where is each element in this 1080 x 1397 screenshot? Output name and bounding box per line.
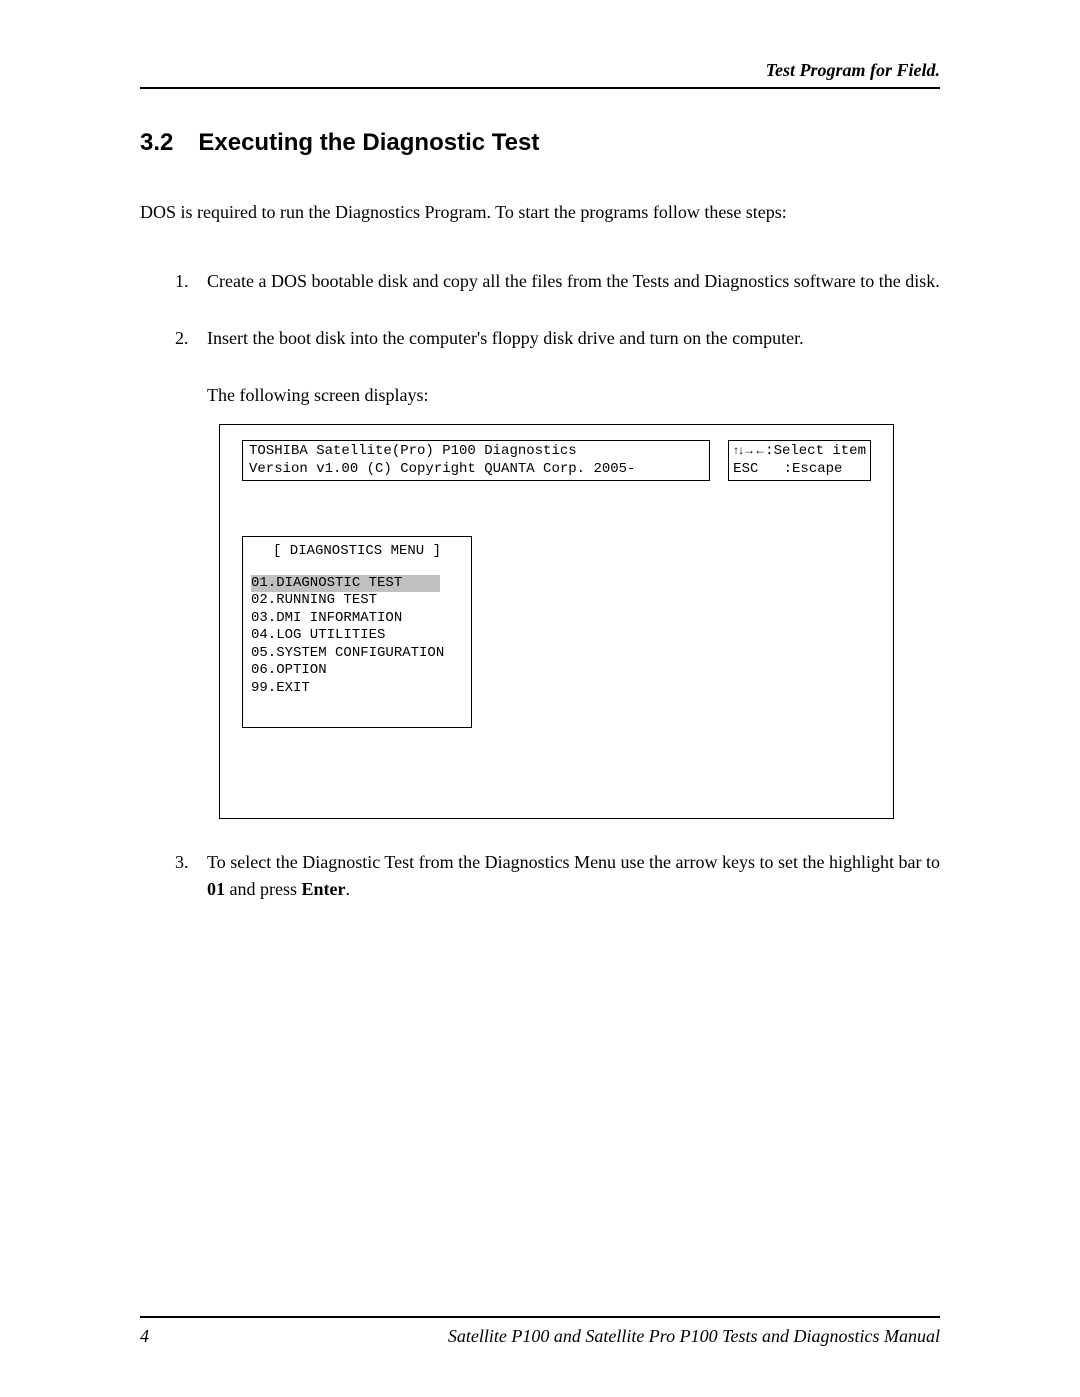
menu-item-exit[interactable]: 99.EXIT [251, 680, 463, 698]
enter-key: Enter [301, 879, 345, 899]
step-1-number: 1. [175, 268, 189, 295]
key-hint-box: ↑↓→←:Select item ESC :Escape [728, 440, 871, 481]
step-2-number: 2. [175, 325, 189, 352]
highlight-01: 01 [207, 879, 225, 899]
step-list: 1. Create a DOS bootable disk and copy a… [175, 268, 940, 903]
section-number: 3.2 [140, 129, 173, 157]
step-2-following: The following screen displays: [207, 382, 940, 409]
section-heading: 3.2 Executing the Diagnostic Test [140, 129, 940, 157]
version-line-2: Version v1.00 (C) Copyright QUANTA Corp.… [249, 461, 703, 479]
arrow-keys-icon: ↑↓→← [733, 443, 765, 457]
menu-item-dmi-information[interactable]: 03.DMI INFORMATION [251, 610, 463, 628]
step-1: 1. Create a DOS bootable disk and copy a… [175, 268, 940, 295]
hint-esc-key: ESC [733, 461, 758, 477]
version-info-box: TOSHIBA Satellite(Pro) P100 Diagnostics … [242, 440, 710, 481]
page-number: 4 [140, 1326, 149, 1347]
menu-item-log-utilities[interactable]: 04.LOG UTILITIES [251, 627, 463, 645]
diagnostics-screen: TOSHIBA Satellite(Pro) P100 Diagnostics … [219, 424, 894, 819]
hint-esc-text: :Escape [784, 461, 843, 477]
step-1-text: Create a DOS bootable disk and copy all … [207, 271, 940, 291]
diagnostics-menu-title: [ DIAGNOSTICS MENU ] [251, 543, 463, 561]
page-footer: 4 Satellite P100 and Satellite Pro P100 … [140, 1316, 940, 1347]
diagnostics-menu-box: [ DIAGNOSTICS MENU ] 01.DIAGNOSTIC TEST … [242, 536, 472, 728]
footer-title: Satellite P100 and Satellite Pro P100 Te… [448, 1326, 940, 1347]
running-header: Test Program for Field. [140, 60, 940, 89]
menu-item-option[interactable]: 06.OPTION [251, 662, 463, 680]
step-3: 3. To select the Diagnostic Test from th… [175, 849, 940, 903]
version-line-1: TOSHIBA Satellite(Pro) P100 Diagnostics [249, 443, 703, 461]
menu-item-diagnostic-test[interactable]: 01.DIAGNOSTIC TEST [251, 575, 440, 593]
step-3-number: 3. [175, 849, 189, 876]
hint-select-text: :Select item [765, 443, 866, 459]
menu-item-system-configuration[interactable]: 05.SYSTEM CONFIGURATION [251, 645, 463, 663]
intro-paragraph: DOS is required to run the Diagnostics P… [140, 202, 940, 223]
step-2-text: Insert the boot disk into the computer's… [207, 328, 804, 348]
step-3-text: To select the Diagnostic Test from the D… [207, 852, 940, 899]
menu-item-running-test[interactable]: 02.RUNNING TEST [251, 592, 463, 610]
step-2: 2. Insert the boot disk into the compute… [175, 325, 940, 819]
section-title: Executing the Diagnostic Test [198, 129, 539, 156]
